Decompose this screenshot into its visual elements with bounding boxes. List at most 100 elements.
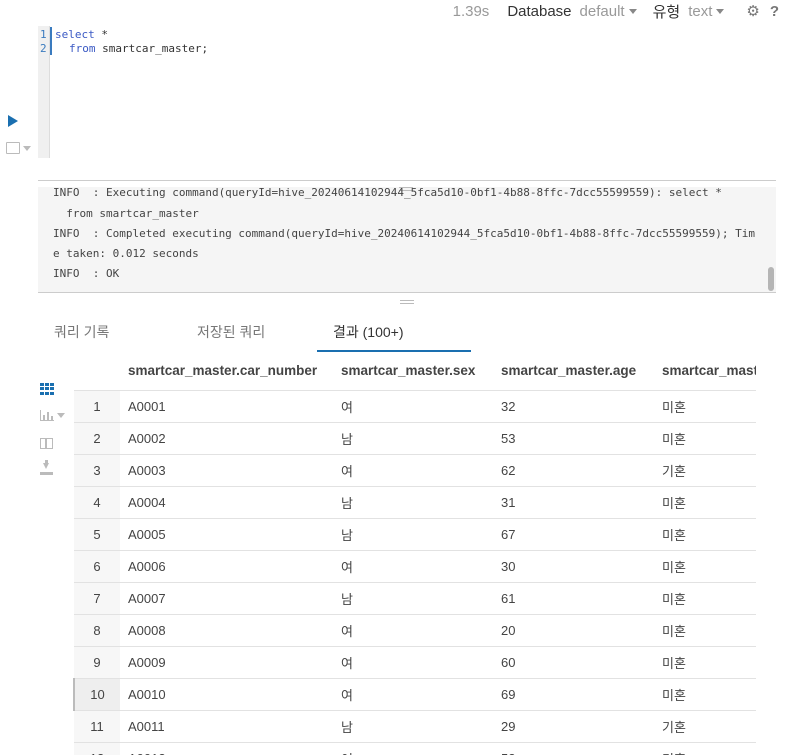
table-cell: 여 — [333, 741, 493, 755]
table-row[interactable]: 6 A0006 여 30 미혼 — [74, 549, 756, 582]
table-cell: A0011 — [120, 709, 333, 742]
table-cell: A0010 — [120, 677, 333, 710]
table-cell: 남 — [333, 517, 493, 550]
row-number: 5 — [74, 517, 120, 550]
chevron-down-icon — [716, 8, 725, 14]
table-cell: 미혼 — [654, 581, 756, 614]
table-cell: 미혼 — [654, 645, 756, 678]
table-cell: 20 — [493, 613, 654, 646]
chevron-down-icon — [57, 413, 65, 418]
tab-results[interactable]: 결과 (100+) — [317, 312, 471, 352]
table-cell: A0004 — [120, 485, 333, 518]
download-icon[interactable] — [40, 460, 53, 476]
column-header[interactable]: smartcar_master.sex — [333, 352, 493, 390]
table-row[interactable]: 5 A0005 남 67 미혼 — [74, 517, 756, 550]
result-tabs: 쿼리 기록 저장된 쿼리 결과 (100+) — [38, 312, 471, 352]
table-cell: 32 — [493, 389, 654, 422]
table-cell: 미혼 — [654, 517, 756, 550]
table-row[interactable]: 2 A0002 남 53 미혼 — [74, 421, 756, 454]
table-cell: 여 — [333, 613, 493, 646]
table-row[interactable]: 3 A0003 여 62 기혼 — [74, 453, 756, 486]
log-line: INFO : OK — [53, 267, 120, 280]
sql-text: * — [94, 28, 108, 41]
grid-icon[interactable] — [40, 383, 54, 395]
table-cell: 미혼 — [654, 549, 756, 582]
type-dropdown[interactable]: text — [688, 2, 725, 20]
column-header[interactable]: smartcar_master.marriage — [654, 352, 756, 390]
table-row[interactable]: 7 A0007 남 61 미혼 — [74, 581, 756, 614]
database-label: Database — [507, 2, 572, 20]
table-cell: 여 — [333, 645, 493, 678]
table-cell: 남 — [333, 581, 493, 614]
table-cell: 미혼 — [654, 613, 756, 646]
column-header[interactable]: smartcar_master.car_number — [120, 352, 333, 390]
table-cell: 남 — [333, 485, 493, 518]
table-cell: A0002 — [120, 421, 333, 454]
execution-time: 1.39s — [452, 2, 490, 20]
columns-icon[interactable] — [40, 438, 53, 449]
line-number: 2 — [40, 42, 47, 55]
table-cell: 67 — [493, 517, 654, 550]
table-cell: A0007 — [120, 581, 333, 614]
divider — [38, 180, 776, 181]
question-icon[interactable]: ? — [770, 3, 779, 20]
table-cell: 미혼 — [654, 389, 756, 422]
table-cell: 여 — [333, 549, 493, 582]
table-cell: 53 — [493, 421, 654, 454]
table-cell: 기혼 — [654, 453, 756, 486]
chevron-down-icon — [23, 145, 31, 151]
row-number: 9 — [74, 645, 120, 678]
table-cell: 31 — [493, 485, 654, 518]
table-cell: 남 — [333, 709, 493, 742]
table-cell: 미혼 — [654, 677, 756, 710]
database-value: default — [579, 2, 625, 20]
table-cell: 61 — [493, 581, 654, 614]
code-line-2[interactable]: from smartcar_master; — [69, 42, 208, 55]
table-row[interactable]: 1 A0001 여 32 미혼 — [74, 389, 756, 422]
table-cell: 여 — [333, 677, 493, 710]
type-label: 유형 — [652, 3, 681, 21]
tab-saved-queries[interactable]: 저장된 쿼리 — [181, 312, 317, 352]
active-line-marker — [50, 27, 52, 55]
table-row[interactable]: 10 A0010 여 69 미혼 — [73, 677, 756, 710]
table-row[interactable]: 8 A0008 여 20 미혼 — [74, 613, 756, 646]
log-line: e taken: 0.012 seconds — [53, 247, 199, 260]
log-line: from smartcar_master — [53, 207, 199, 220]
table-row[interactable]: 12A0012여52미혼 — [74, 741, 756, 755]
row-number: 7 — [74, 581, 120, 614]
table-cell: A0009 — [120, 645, 333, 678]
play-icon[interactable] — [8, 115, 18, 127]
table-cell: A0012 — [120, 741, 333, 755]
chevron-down-icon — [628, 8, 637, 14]
type-value: text — [688, 2, 713, 20]
table-cell: A0003 — [120, 453, 333, 486]
table-row[interactable]: 11 A0011 남 29 기혼 — [74, 709, 756, 742]
column-header[interactable]: smartcar_master.age — [493, 352, 654, 390]
log-scrollbar[interactable] — [768, 267, 774, 291]
table-cell: 여 — [333, 453, 493, 486]
row-number: 2 — [74, 421, 120, 454]
row-number: 12 — [74, 741, 120, 755]
result-grid[interactable]: smartcar_master.car_number smartcar_mast… — [73, 352, 756, 755]
table-row[interactable]: 9 A0009 여 60 미혼 — [74, 645, 756, 678]
row-number: 1 — [74, 389, 120, 422]
table-cell: 여 — [333, 389, 493, 422]
explain-dropdown[interactable] — [6, 142, 31, 154]
code-line-1[interactable]: select * — [55, 28, 108, 41]
query-log[interactable]: INFO : Executing command(queryId=hive_20… — [38, 187, 776, 293]
sql-keyword: select — [55, 28, 95, 41]
sql-keyword: from — [69, 42, 96, 55]
resize-handle[interactable] — [400, 300, 414, 304]
chart-dropdown[interactable] — [40, 410, 65, 421]
table-cell: A0006 — [120, 549, 333, 582]
bar-chart-icon — [40, 410, 54, 421]
table-cell: 62 — [493, 453, 654, 486]
gear-icon[interactable]: ⚙ — [746, 2, 759, 20]
table-cell: 60 — [493, 645, 654, 678]
table-cell: 69 — [493, 677, 654, 710]
table-row[interactable]: 4 A0004 남 31 미혼 — [74, 485, 756, 518]
row-number: 3 — [74, 453, 120, 486]
database-dropdown[interactable]: default — [580, 3, 637, 20]
tab-query-history[interactable]: 쿼리 기록 — [38, 312, 181, 352]
table-header-row: smartcar_master.car_number smartcar_mast… — [74, 352, 756, 390]
